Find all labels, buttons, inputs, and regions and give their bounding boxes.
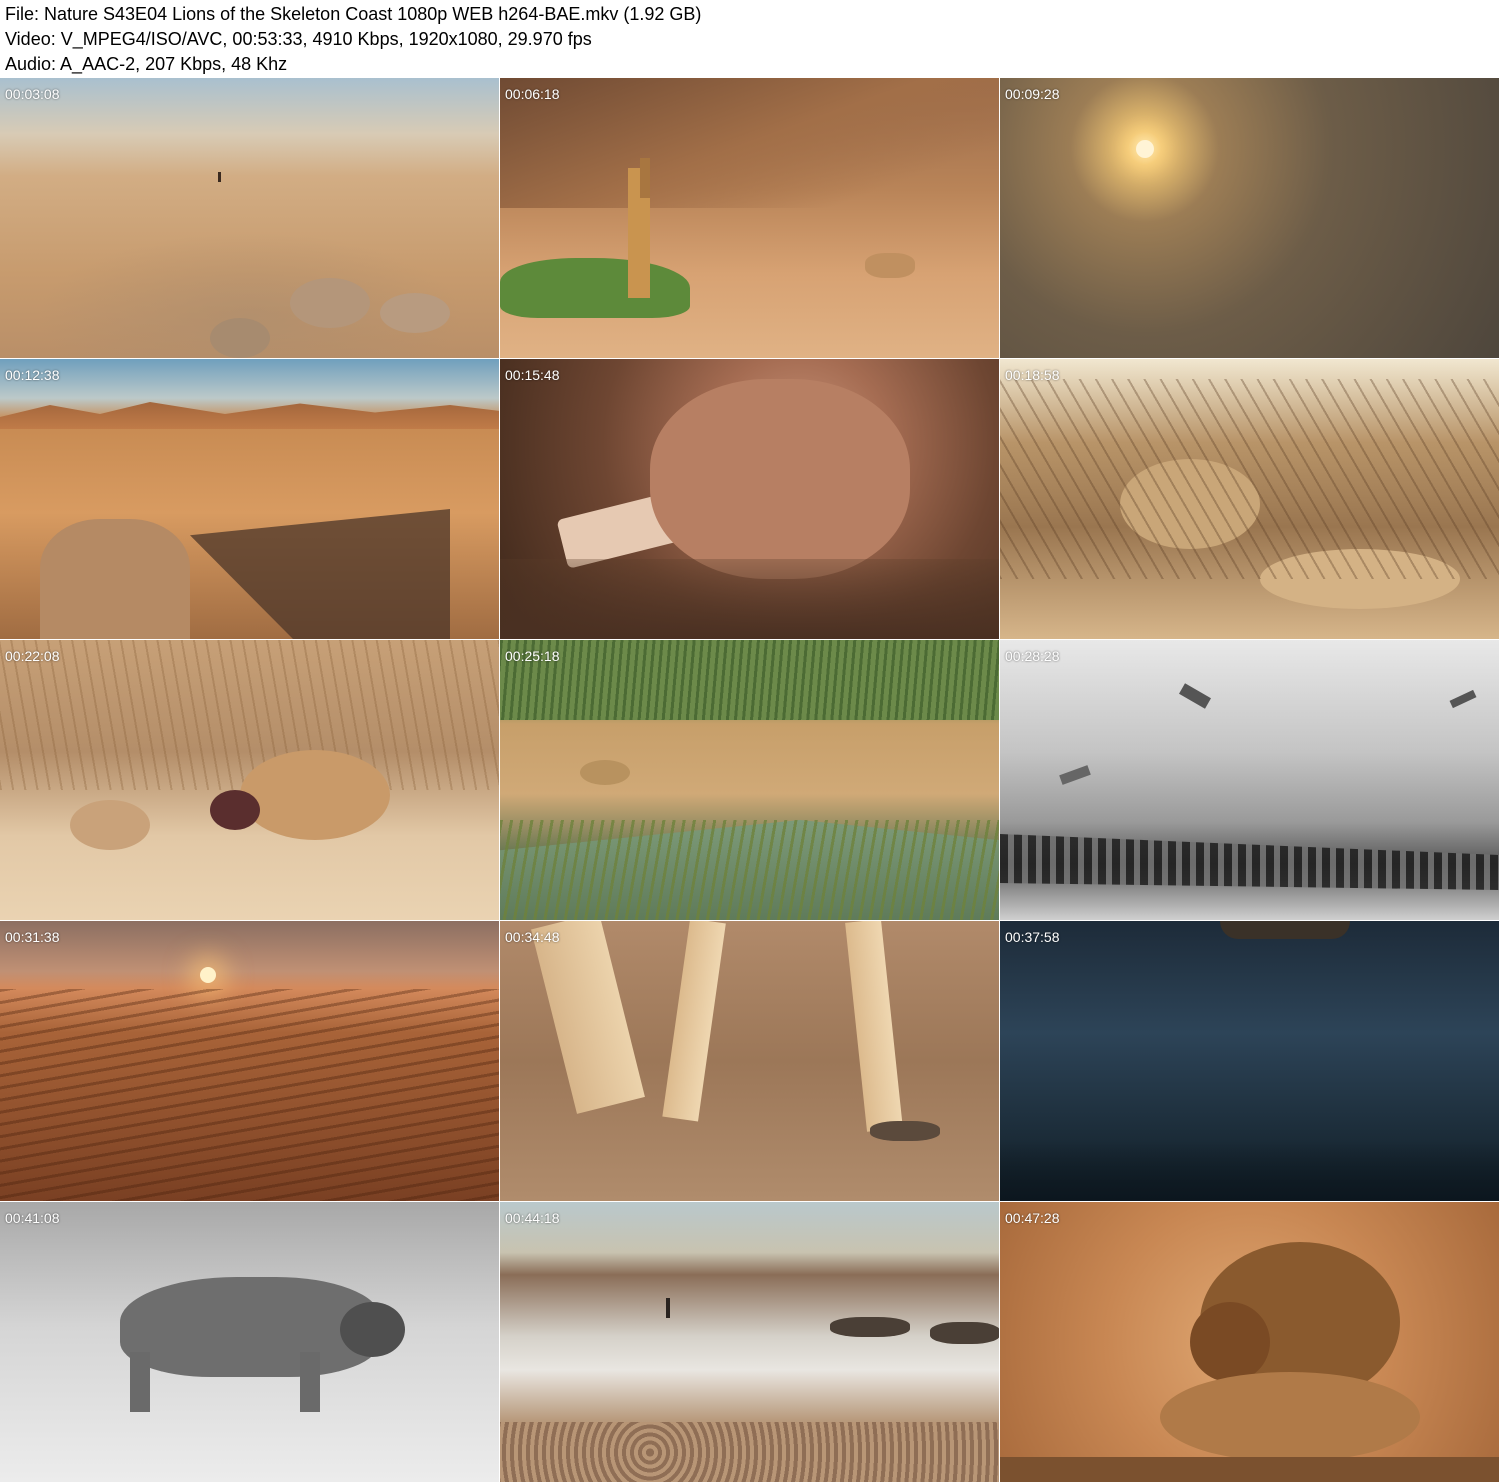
frame-lion-fight: [0, 640, 499, 920]
timestamp-label: 00:03:08: [5, 86, 60, 102]
thumbnail-12: 00:37:58: [1000, 921, 1500, 1202]
timestamp-label: 00:44:18: [505, 1210, 560, 1226]
timestamp-label: 00:18:58: [1005, 367, 1060, 383]
thumbnail-11: 00:34:48: [500, 921, 1000, 1202]
timestamp-label: 00:37:58: [1005, 929, 1060, 945]
frame-giraffe-lion: [500, 78, 999, 358]
timestamp-label: 00:22:08: [5, 648, 60, 664]
frame-hazy-sun: [1000, 78, 1499, 358]
thumbnail-6: 00:18:58: [1000, 359, 1500, 640]
thumbnail-5: 00:15:48: [500, 359, 1000, 640]
frame-bw-lioness: [0, 1202, 499, 1482]
thumbnail-8: 00:25:18: [500, 640, 1000, 921]
frame-desert-ridge: [0, 359, 499, 639]
video-info-line: Video: V_MPEG4/ISO/AVC, 00:53:33, 4910 K…: [5, 29, 592, 49]
timestamp-label: 00:34:48: [505, 929, 560, 945]
frame-hand-collar: [500, 359, 999, 639]
timestamp-label: 00:41:08: [5, 1210, 60, 1226]
thumbnail-3: 00:09:28: [1000, 78, 1500, 359]
frame-bw-birds: [1000, 640, 1499, 920]
file-name-line: File: Nature S43E04 Lions of the Skeleto…: [5, 4, 702, 24]
thumbnail-9: 00:28:28: [1000, 640, 1500, 921]
frame-lion-brush: [1000, 359, 1499, 639]
frame-dark-blue: [1000, 921, 1499, 1201]
thumbnail-7: 00:22:08: [0, 640, 500, 921]
timestamp-label: 00:28:28: [1005, 648, 1060, 664]
thumbnail-14: 00:44:18: [500, 1202, 1000, 1483]
frame-coast: [500, 1202, 999, 1482]
timestamp-label: 00:15:48: [505, 367, 560, 383]
timestamp-label: 00:12:38: [5, 367, 60, 383]
thumbnail-1: 00:03:08: [0, 78, 500, 359]
thumbnail-grid: 00:03:08 00:06:18 00:09:28 00:12:38 00:1…: [0, 78, 1500, 1483]
frame-desert-aerial: [0, 78, 499, 358]
thumbnail-10: 00:31:38: [0, 921, 500, 1202]
timestamp-label: 00:31:38: [5, 929, 60, 945]
timestamp-label: 00:06:18: [505, 86, 560, 102]
timestamp-label: 00:47:28: [1005, 1210, 1060, 1226]
frame-sunset-dunes: [0, 921, 499, 1201]
audio-info-line: Audio: A_AAC-2, 207 Kbps, 48 Khz: [5, 54, 288, 74]
thumbnail-15: 00:47:28: [1000, 1202, 1500, 1483]
thumbnail-13: 00:41:08: [0, 1202, 500, 1483]
thumbnail-2: 00:06:18: [500, 78, 1000, 359]
timestamp-label: 00:09:28: [1005, 86, 1060, 102]
timestamp-label: 00:25:18: [505, 648, 560, 664]
thumbnail-4: 00:12:38: [0, 359, 500, 640]
frame-giraffe-legs: [500, 921, 999, 1201]
frame-water-hole: [500, 640, 999, 920]
file-info-header: File: Nature S43E04 Lions of the Skeleto…: [0, 0, 1500, 78]
frame-lions-mating: [1000, 1202, 1499, 1482]
